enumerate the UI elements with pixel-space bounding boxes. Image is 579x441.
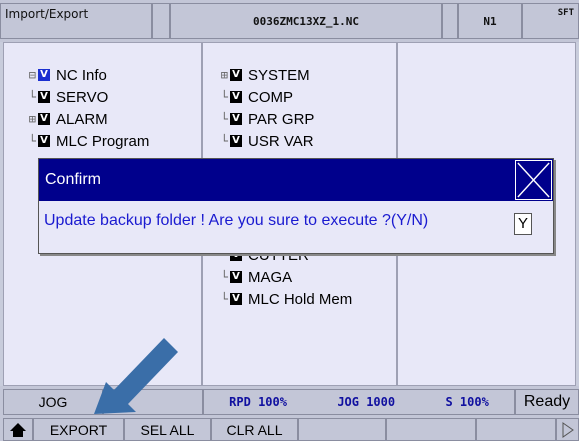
checkbox-alarm[interactable]: V	[38, 113, 50, 125]
checkbox-mlc-hold-mem[interactable]: V	[230, 293, 242, 305]
softkey-blank-2[interactable]	[386, 418, 476, 441]
tree-label: COMP	[248, 88, 293, 106]
clear-all-button[interactable]: CLR ALL	[211, 418, 298, 441]
tree-label: MLC Hold Mem	[248, 290, 353, 308]
home-icon	[10, 422, 26, 437]
softkey-blank-3[interactable]	[476, 418, 556, 441]
tree-item-par-grp[interactable]: └ V PAR GRP	[210, 108, 395, 130]
jog-feed: JOG 1000	[337, 395, 396, 409]
shift-indicator: SFT	[522, 3, 579, 39]
tree-label: SYSTEM	[248, 66, 310, 84]
dialog-message: Update backup folder ! Are you sure to e…	[44, 212, 429, 229]
checkbox-system[interactable]: V	[230, 69, 242, 81]
checkbox-maga[interactable]: V	[230, 271, 242, 283]
tree-label: PAR GRP	[248, 110, 315, 128]
tree-item-nc-info[interactable]: ⊟ V NC Info	[18, 64, 198, 86]
tree-connector-icon: └	[220, 270, 228, 284]
left-tree: ⊟ V NC Info └ V SERVO ⊞ V ALARM └ V MLC …	[18, 64, 198, 152]
tree-connector-icon: └	[220, 292, 228, 306]
tree-connector-icon: └	[220, 134, 228, 148]
expand-icon[interactable]: ⊞	[18, 112, 36, 126]
feed-readout: RPD 100% JOG 1000 S 100%	[203, 389, 515, 415]
title-spacer	[152, 3, 170, 39]
tree-item-maga[interactable]: └ V MAGA	[210, 266, 395, 288]
tree-label: NC Info	[56, 66, 107, 84]
checkbox-servo[interactable]: V	[38, 91, 50, 103]
tree-label: USR VAR	[248, 132, 314, 150]
tree-connector-icon: └	[220, 90, 228, 104]
title-spacer-2	[442, 3, 458, 39]
rapid-override: RPD 100%	[229, 395, 287, 409]
dialog-title: Confirm	[39, 159, 553, 201]
tree-item-alarm[interactable]: ⊞ V ALARM	[18, 108, 198, 130]
machine-state: Ready	[515, 389, 579, 415]
checkbox-usr-var[interactable]: V	[230, 135, 242, 147]
tree-item-usr-var[interactable]: └ V USR VAR	[210, 130, 395, 152]
tree-item-system[interactable]: ⊞ V SYSTEM	[210, 64, 395, 86]
tree-item-mlc-program[interactable]: └ V MLC Program	[18, 130, 198, 152]
tree-label: MAGA	[248, 268, 293, 286]
screen-title: Import/Export	[0, 3, 152, 39]
tree-label: MLC Program	[56, 132, 150, 150]
checkbox-nc-info[interactable]: V	[38, 69, 50, 81]
expand-icon[interactable]: ⊞	[210, 68, 228, 82]
collapse-icon[interactable]: ⊟	[18, 68, 36, 82]
tree-label: SERVO	[56, 88, 109, 106]
tree-item-comp[interactable]: └ V COMP	[210, 86, 395, 108]
softkey-blank-1[interactable]	[298, 418, 386, 441]
tree-connector-icon: └	[220, 112, 228, 126]
spindle-override: S 100%	[445, 395, 489, 409]
checkbox-comp[interactable]: V	[230, 91, 242, 103]
tree-connector-icon: └	[28, 90, 36, 104]
next-page-button[interactable]	[556, 418, 579, 441]
home-button[interactable]	[3, 418, 33, 441]
tree-item-mlc-hold-mem[interactable]: └ V MLC Hold Mem	[210, 288, 395, 310]
confirm-input[interactable]: Y	[514, 213, 532, 235]
close-icon[interactable]	[515, 160, 552, 200]
right-tree: ⊞ V SYSTEM └ V COMP └ V PAR GRP └ V USR …	[210, 64, 395, 152]
tree-label: ALARM	[56, 110, 108, 128]
channel-indicator: N1	[458, 3, 522, 39]
tree-item-servo[interactable]: └ V SERVO	[18, 86, 198, 108]
next-arrow-icon	[562, 421, 574, 438]
tree-connector-icon: └	[28, 134, 36, 148]
pointer-arrow-icon	[94, 338, 178, 414]
program-filename: 0036ZMC13XZ_1.NC	[170, 3, 442, 39]
checkbox-mlc-program[interactable]: V	[38, 135, 50, 147]
checkbox-par-grp[interactable]: V	[230, 113, 242, 125]
